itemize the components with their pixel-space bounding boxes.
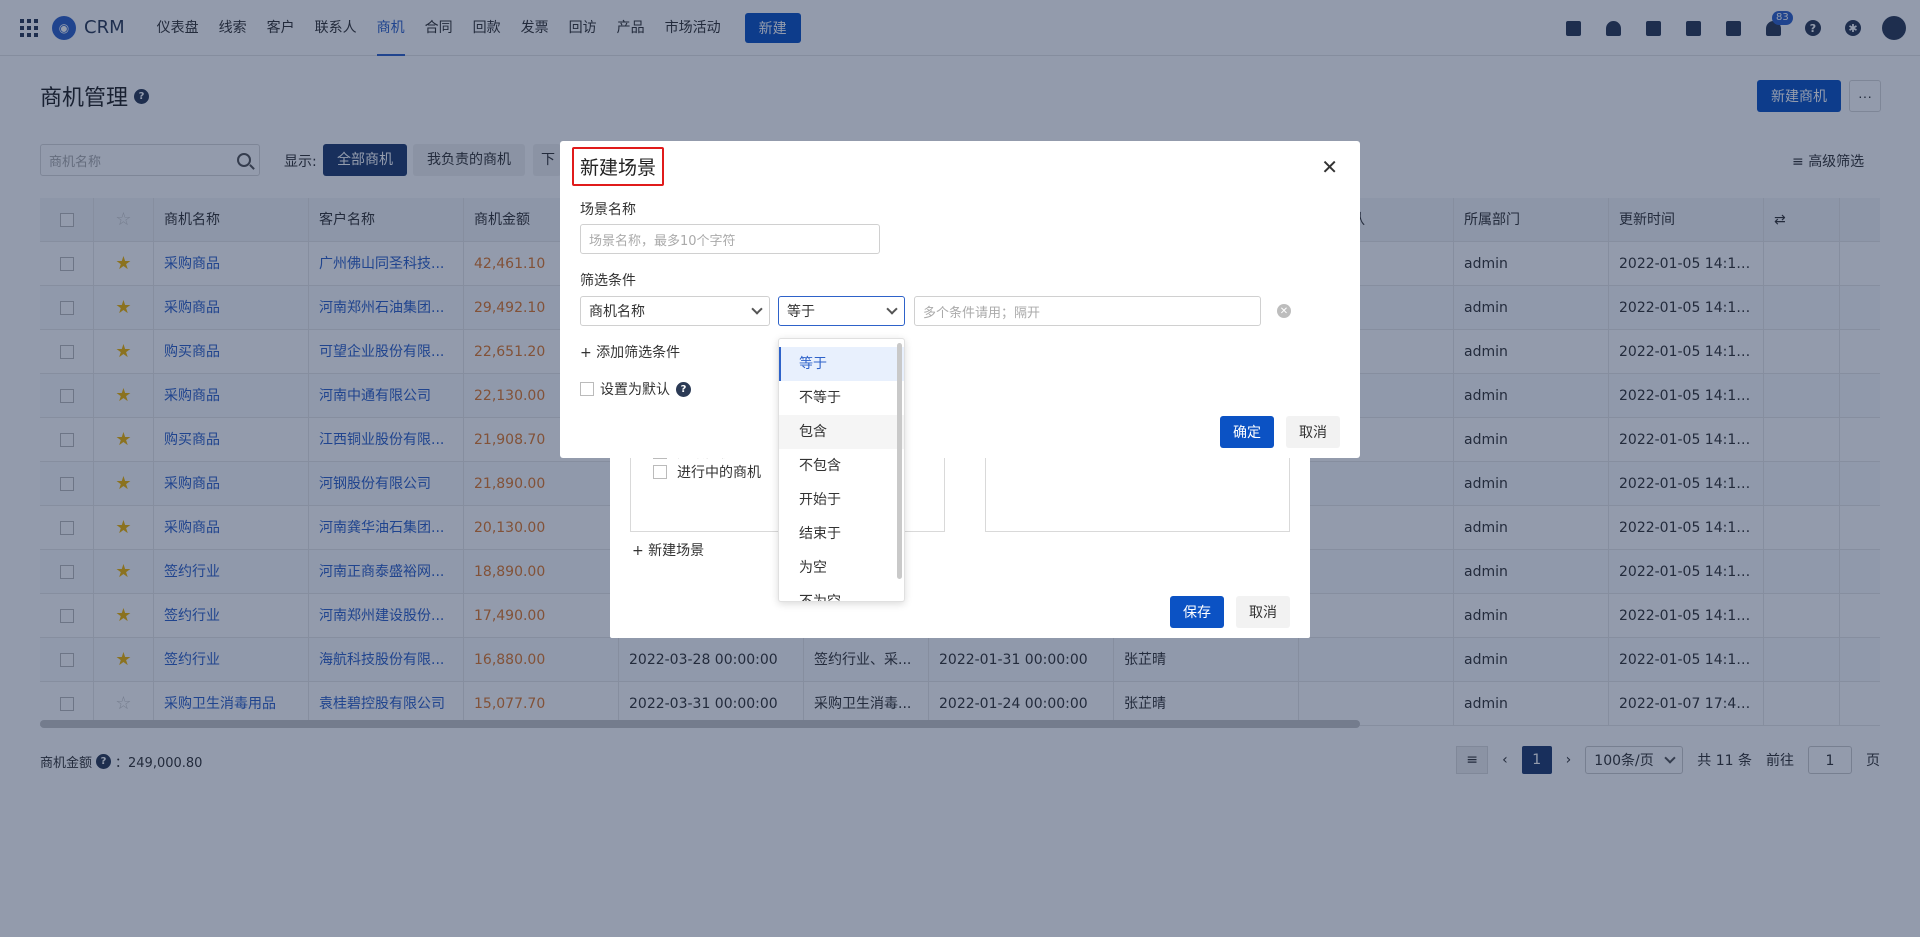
confirm-button[interactable]: 确定: [1220, 416, 1274, 448]
option-contains[interactable]: 包含: [779, 415, 904, 449]
option-starts-with[interactable]: 开始于: [779, 483, 904, 517]
add-condition-link[interactable]: + 添加筛选条件: [580, 342, 680, 362]
new-scene-dialog: 新建场景 ✕ 场景名称 场景名称，最多10个字符 筛选条件 商机名称 等于 多个…: [560, 141, 1360, 458]
field-select-value: 商机名称: [589, 304, 645, 320]
dropdown-scrollbar[interactable]: [897, 343, 902, 579]
condition-value-placeholder: 多个条件请用；隔开: [923, 305, 1041, 321]
remove-condition-icon[interactable]: ✕: [1277, 304, 1291, 318]
set-default-checkbox[interactable]: [580, 382, 594, 396]
chevron-down-icon: [886, 303, 898, 315]
field-select[interactable]: 商机名称: [580, 296, 770, 326]
set-default-label: 设置为默认: [600, 382, 670, 398]
option-is-not-empty[interactable]: 不为空: [779, 585, 904, 601]
scene-name-placeholder: 场景名称，最多10个字符: [589, 233, 736, 249]
option-not-contains[interactable]: 不包含: [779, 449, 904, 483]
option-not-equals[interactable]: 不等于: [779, 381, 904, 415]
option-is-empty[interactable]: 为空: [779, 551, 904, 585]
scene-manage-panel: 无效商机 进行中的商机 + 新建场景 保存 取消: [610, 440, 1310, 638]
operator-select[interactable]: 等于: [778, 296, 905, 326]
option-ends-with[interactable]: 结束于: [779, 517, 904, 551]
option-equals[interactable]: 等于: [779, 347, 904, 381]
help-icon[interactable]: ?: [676, 381, 691, 397]
close-icon[interactable]: ✕: [1321, 155, 1338, 179]
chevron-down-icon: [751, 303, 763, 315]
operator-dropdown: 等于 不等于 包含 不包含 开始于 结束于 为空 不为空: [778, 338, 905, 602]
add-scene-link[interactable]: + 新建场景: [632, 540, 704, 560]
cancel-button[interactable]: 取消: [1236, 596, 1290, 628]
dialog-title: 新建场景: [572, 147, 665, 186]
save-button[interactable]: 保存: [1170, 596, 1224, 628]
scene-item-in-progress[interactable]: 进行中的商机: [653, 462, 761, 482]
scene-name-input[interactable]: 场景名称，最多10个字符: [580, 224, 880, 254]
operator-select-value: 等于: [787, 304, 815, 320]
scene-name-label: 场景名称: [580, 202, 636, 218]
condition-value-input[interactable]: 多个条件请用；隔开: [914, 296, 1261, 326]
set-default-row: 设置为默认 ?: [580, 379, 691, 399]
filter-condition-label: 筛选条件: [580, 273, 636, 289]
cancel-button[interactable]: 取消: [1286, 416, 1340, 448]
